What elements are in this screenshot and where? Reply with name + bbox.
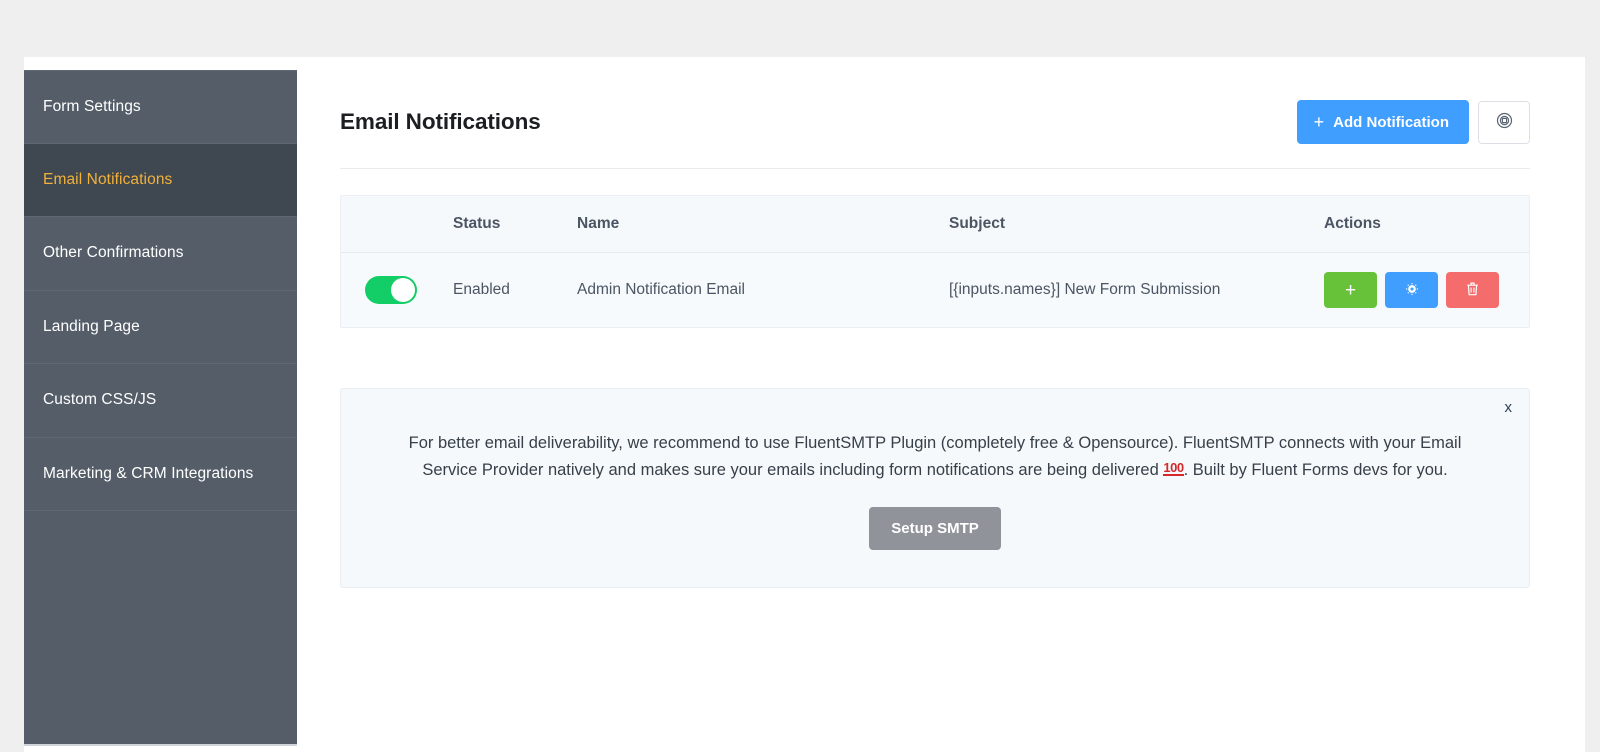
cell-name: Admin Notification Email: [577, 252, 949, 327]
delete-notification-button[interactable]: [1446, 272, 1499, 308]
sidebar-item-email-notifications[interactable]: Email Notifications: [24, 143, 297, 217]
notification-enabled-toggle[interactable]: [365, 276, 417, 304]
cell-subject: [{inputs.names}] New Form Submission: [949, 252, 1324, 327]
notifications-table: Status Name Subject Actions Enabled Admi…: [341, 196, 1529, 327]
table-body: Enabled Admin Notification Email [{input…: [341, 252, 1529, 327]
trash-icon: [1465, 281, 1480, 300]
sidebar-item-marketing-crm-integrations[interactable]: Marketing & CRM Integrations: [24, 438, 297, 511]
smtp-notice-text: For better email deliverability, we reco…: [403, 430, 1467, 483]
add-notification-button[interactable]: + Add Notification: [1296, 100, 1469, 144]
cell-actions: +: [1324, 252, 1529, 327]
smtp-notice-text-part2: . Built by Fluent Forms devs for you.: [1183, 460, 1448, 479]
notification-settings-button[interactable]: [1478, 100, 1530, 144]
notifications-table-wrapper: Status Name Subject Actions Enabled Admi…: [340, 195, 1530, 328]
row-action-group: +: [1324, 272, 1529, 308]
cell-toggle: [341, 252, 453, 327]
table-header-row: Status Name Subject Actions: [341, 196, 1529, 253]
column-header-name: Name: [577, 196, 949, 253]
sidebar-item-landing-page[interactable]: Landing Page: [24, 291, 297, 364]
column-header-actions: Actions: [1324, 196, 1529, 253]
plus-icon: +: [1344, 279, 1357, 301]
settings-sidebar: Form Settings Email Notifications Other …: [24, 70, 297, 746]
gear-icon: [1404, 281, 1420, 300]
add-notification-label: Add Notification: [1333, 113, 1449, 131]
target-settings-icon: [1496, 112, 1513, 132]
sidebar-item-label: Custom CSS/JS: [43, 391, 157, 409]
page-title: Email Notifications: [340, 109, 541, 134]
column-header-toggle: [341, 196, 453, 253]
edit-notification-button[interactable]: [1385, 272, 1438, 308]
sidebar-item-custom-css-js[interactable]: Custom CSS/JS: [24, 364, 297, 438]
sidebar-item-form-settings[interactable]: Form Settings: [24, 70, 297, 144]
setup-smtp-button[interactable]: Setup SMTP: [869, 507, 1001, 551]
sidebar-item-label: Other Confirmations: [43, 244, 184, 262]
smtp-notice-panel: x For better email deliverability, we re…: [340, 388, 1530, 589]
table-head: Status Name Subject Actions: [341, 196, 1529, 253]
column-header-subject: Subject: [949, 196, 1324, 253]
hundred-points-icon: 100: [1163, 459, 1184, 477]
content-header: Email Notifications + Add Notification: [340, 100, 1530, 169]
screen-root: Form Settings Email Notifications Other …: [0, 0, 1600, 752]
toggle-knob: [391, 278, 415, 302]
cell-status: Enabled: [453, 252, 577, 327]
sidebar-item-label: Landing Page: [43, 317, 140, 335]
plus-icon: +: [1313, 111, 1325, 132]
sidebar-item-label: Form Settings: [43, 97, 141, 115]
close-icon[interactable]: x: [1502, 398, 1516, 417]
content-panel: Email Notifications + Add Notification S…: [297, 70, 1585, 752]
sidebar-item-other-confirmations[interactable]: Other Confirmations: [24, 217, 297, 291]
table-row: Enabled Admin Notification Email [{input…: [341, 252, 1529, 327]
sidebar-item-label: Marketing & CRM Integrations: [43, 464, 254, 482]
header-actions: + Add Notification: [1296, 100, 1530, 144]
settings-card: Form Settings Email Notifications Other …: [24, 57, 1585, 752]
sidebar-item-label: Email Notifications: [43, 170, 173, 188]
duplicate-notification-button[interactable]: +: [1324, 272, 1377, 308]
column-header-status: Status: [453, 196, 577, 253]
